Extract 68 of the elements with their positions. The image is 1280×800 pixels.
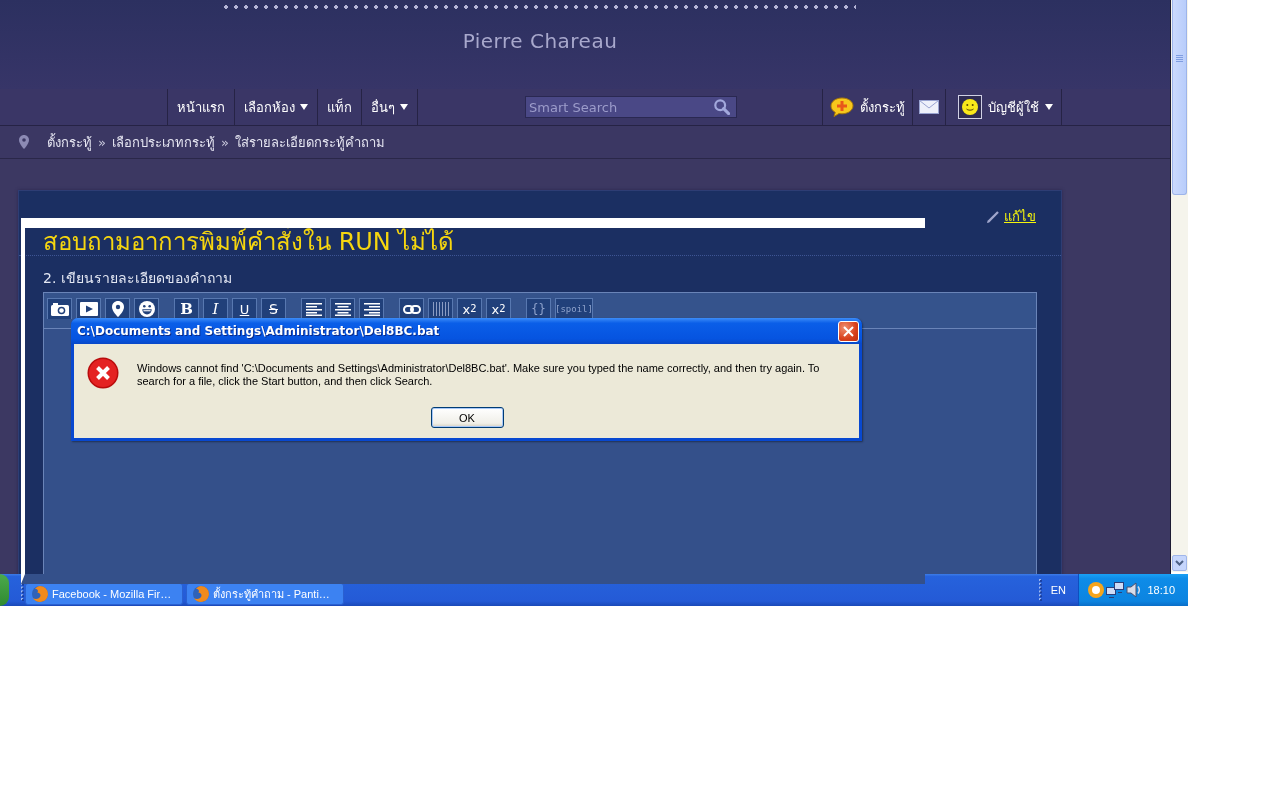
align-right-button[interactable] xyxy=(359,298,384,319)
scrollbar-thumb[interactable] xyxy=(1172,0,1187,195)
field-label: 2. เขียนรายละเอียดของคำถาม xyxy=(43,269,233,287)
italic-button[interactable]: I xyxy=(203,298,228,319)
taskbar-button[interactable]: Facebook - Mozilla Fir… xyxy=(25,583,183,605)
chevron-down-icon xyxy=(1175,560,1184,566)
nav-link[interactable]: หน้าแรก xyxy=(168,89,235,125)
ring-icon xyxy=(1088,582,1104,598)
close-button[interactable] xyxy=(838,320,859,342)
smiley-icon xyxy=(958,95,982,119)
site-title: Pierre Chareau xyxy=(462,29,618,53)
breadcrumb-separator: » xyxy=(98,134,106,150)
strikethrough-button[interactable]: S xyxy=(261,298,286,319)
breadcrumb-link[interactable]: เลือกประเภทกระทู้ xyxy=(111,131,215,153)
envelope-icon xyxy=(919,100,939,114)
dialog-title: C:\Documents and Settings\Administrator\Del8BC.bat xyxy=(76,324,440,338)
camera-icon xyxy=(50,302,69,316)
start-button[interactable] xyxy=(0,574,9,606)
edit-link[interactable]: แก้ไข xyxy=(987,206,1036,227)
dialog-message: Windows cannot find 'C:\Documents and Settings\Administrator\Del8BC.bat'. Make sure you typed the name correctly, and then try again. To search for a file, click the Start button, and then click Search. xyxy=(137,362,821,388)
nav-link[interactable]: อื่นๆ xyxy=(362,89,418,125)
error-icon xyxy=(87,357,119,389)
nav-link[interactable]: เลือกห้อง xyxy=(235,89,318,125)
globe-icon xyxy=(193,586,209,602)
network-icon xyxy=(1106,582,1124,598)
align-left-button[interactable] xyxy=(301,298,326,319)
video-button[interactable] xyxy=(76,298,101,319)
pencil-icon xyxy=(987,210,999,223)
speaker-icon xyxy=(1126,582,1142,598)
scroll-down-button[interactable] xyxy=(1172,555,1187,571)
stripes-icon xyxy=(432,302,449,316)
align-right-icon xyxy=(363,302,380,316)
link-button[interactable] xyxy=(399,298,424,319)
superscript-button[interactable]: x$^{2}$ xyxy=(457,298,482,319)
breadcrumb-link[interactable]: ตั้งกระทู้ xyxy=(47,131,92,153)
grip-lines-icon xyxy=(1176,55,1183,62)
ok-button[interactable]: OK xyxy=(430,407,504,428)
play-icon xyxy=(79,302,98,316)
bold-button[interactable]: B xyxy=(174,298,199,319)
search-field[interactable]: Smart Search xyxy=(525,96,737,118)
emoji-button[interactable] xyxy=(134,298,159,319)
globe-icon xyxy=(32,586,48,602)
location-button[interactable] xyxy=(105,298,130,319)
question-title: สอบถามอาการพิมพ์คำสั่งใน RUN ไม่ได้ xyxy=(43,229,455,255)
location-pin-icon xyxy=(19,135,29,149)
nav-link[interactable]: แท็ก xyxy=(318,89,362,125)
spoiler-button[interactable]: [spoil] xyxy=(555,298,593,319)
chat-plus-icon xyxy=(830,97,854,117)
underline-button[interactable]: U xyxy=(232,298,257,319)
align-center-button[interactable] xyxy=(330,298,355,319)
link-icon xyxy=(402,304,421,314)
taskbar-button[interactable]: ตั้งกระทู้คำถาม - Panti… xyxy=(186,583,344,605)
clock: 18:10 xyxy=(1147,584,1175,596)
smiley-icon xyxy=(138,301,155,317)
align-left-icon xyxy=(305,302,322,316)
code-button[interactable]: {} xyxy=(526,298,551,319)
photo-button[interactable] xyxy=(47,298,72,319)
stripes-button[interactable] xyxy=(428,298,453,319)
location-pin-icon xyxy=(111,301,124,317)
align-center-icon xyxy=(334,302,351,316)
new-topic-link[interactable]: ตั้งกระทู้ xyxy=(823,89,913,125)
close-icon xyxy=(843,325,854,337)
breadcrumb-link[interactable]: ใส่รายละเอียดกระทู้คำถาม xyxy=(234,131,385,153)
language-indicator[interactable]: EN xyxy=(1050,584,1066,596)
search-icon xyxy=(714,99,730,115)
grip-icon xyxy=(1038,579,1042,601)
breadcrumb-separator: » xyxy=(220,134,229,150)
account-menu[interactable]: บัญชีผู้ใช้ xyxy=(946,89,1062,125)
